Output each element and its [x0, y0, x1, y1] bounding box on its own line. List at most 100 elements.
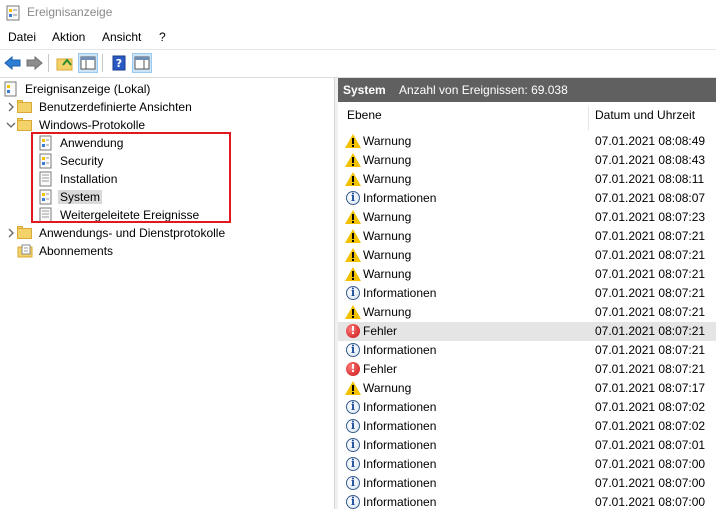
table-row[interactable]: Warnung 07.01.2021 08:07:21 — [338, 227, 716, 246]
warning-icon — [345, 152, 361, 168]
toolbar: ? — [0, 49, 716, 78]
warning-icon — [345, 209, 361, 225]
table-row[interactable]: Informationen 07.01.2021 08:08:07 — [338, 189, 716, 208]
event-level: Informationen — [363, 457, 437, 471]
chevron-right-icon[interactable] — [5, 101, 17, 113]
forward-arrow-icon[interactable] — [24, 53, 44, 73]
event-datetime: 07.01.2021 08:07:23 — [595, 210, 706, 224]
event-datetime: 07.01.2021 08:07:21 — [595, 248, 706, 262]
table-row[interactable]: Warnung 07.01.2021 08:07:17 — [338, 379, 716, 398]
event-level: Informationen — [363, 191, 437, 205]
table-row[interactable]: Informationen 07.01.2021 08:07:21 — [338, 341, 716, 360]
event-datetime: 07.01.2021 08:08:07 — [595, 191, 706, 205]
event-level: Warnung — [363, 381, 412, 395]
table-row[interactable]: Informationen 07.01.2021 08:07:00 — [338, 474, 716, 493]
table-row[interactable]: Fehler 07.01.2021 08:07:21 — [338, 322, 716, 341]
highlight-annotation-box — [31, 132, 231, 223]
event-level: Informationen — [363, 400, 437, 414]
event-datetime: 07.01.2021 08:07:17 — [595, 381, 706, 395]
event-level: Warnung — [363, 153, 412, 167]
table-row[interactable]: Warnung 07.01.2021 08:07:23 — [338, 208, 716, 227]
table-row[interactable]: Informationen 07.01.2021 08:07:01 — [338, 436, 716, 455]
menu-ansicht[interactable]: Ansicht — [102, 30, 141, 44]
svg-text:?: ? — [116, 57, 122, 70]
help-icon[interactable]: ? — [109, 53, 129, 73]
event-datetime: 07.01.2021 08:08:43 — [595, 153, 706, 167]
table-row[interactable]: Warnung 07.01.2021 08:07:21 — [338, 265, 716, 284]
event-datetime: 07.01.2021 08:07:00 — [595, 495, 706, 509]
event-datetime: 07.01.2021 08:07:21 — [595, 324, 706, 338]
event-level: Warnung — [363, 305, 412, 319]
table-row[interactable]: Informationen 07.01.2021 08:07:21 — [338, 284, 716, 303]
warning-icon — [345, 133, 361, 149]
event-datetime: 07.01.2021 08:08:49 — [595, 134, 706, 148]
event-datetime: 07.01.2021 08:07:21 — [595, 362, 706, 376]
event-level: Warnung — [363, 134, 412, 148]
tree-label-app-service-logs: Anwendungs- und Dienstprotokolle — [39, 226, 226, 240]
event-level: Informationen — [363, 495, 437, 509]
chevron-right-icon[interactable] — [5, 227, 17, 239]
toolbar-separator — [102, 54, 103, 72]
event-level: Warnung — [363, 248, 412, 262]
event-viewer-icon — [3, 81, 19, 97]
table-row[interactable]: Informationen 07.01.2021 08:07:02 — [338, 398, 716, 417]
panel-header: System Anzahl von Ereignissen: 69.038 — [338, 78, 716, 102]
table-row[interactable]: Warnung 07.01.2021 08:07:21 — [338, 303, 716, 322]
table-row[interactable]: Informationen 07.01.2021 08:07:00 — [338, 455, 716, 474]
event-level: Warnung — [363, 267, 412, 281]
tree-item-custom-views[interactable]: Benutzerdefinierte Ansichten — [5, 98, 194, 116]
menu-aktion[interactable]: Aktion — [52, 30, 85, 44]
tree-label-custom-views: Benutzerdefinierte Ansichten — [39, 100, 192, 114]
subscriptions-icon — [17, 243, 33, 259]
chevron-down-icon[interactable] — [5, 119, 17, 131]
tree-label-windows-logs: Windows-Protokolle — [39, 118, 146, 132]
event-level: Informationen — [363, 419, 437, 433]
event-level: Informationen — [363, 343, 437, 357]
event-level: Informationen — [363, 438, 437, 452]
warning-icon — [345, 304, 361, 320]
event-level: Warnung — [363, 229, 412, 243]
warning-icon — [345, 380, 361, 396]
table-row[interactable]: Warnung 07.01.2021 08:07:21 — [338, 246, 716, 265]
tree-item-app-service-logs[interactable]: Anwendungs- und Dienstprotokolle — [5, 224, 227, 242]
table-row[interactable]: Informationen 07.01.2021 08:07:00 — [338, 493, 716, 509]
info-icon — [345, 437, 361, 453]
table-row[interactable]: Warnung 07.01.2021 08:08:43 — [338, 151, 716, 170]
event-level: Informationen — [363, 476, 437, 490]
menu-bar: Datei Aktion Ansicht ? — [0, 28, 716, 48]
panel-event-count: Anzahl von Ereignissen: 69.038 — [399, 83, 568, 97]
event-datetime: 07.01.2021 08:07:21 — [595, 305, 706, 319]
event-viewer-app-icon — [6, 5, 21, 21]
event-datetime: 07.01.2021 08:07:21 — [595, 229, 706, 243]
menu-datei[interactable]: Datei — [8, 30, 36, 44]
event-datetime: 07.01.2021 08:07:21 — [595, 343, 706, 357]
warning-icon — [345, 228, 361, 244]
show-hide-action-pane-icon[interactable] — [132, 53, 152, 73]
table-row[interactable]: Warnung 07.01.2021 08:08:49 — [338, 132, 716, 151]
folder-up-icon[interactable] — [55, 53, 75, 73]
tree-item-subscriptions[interactable]: Abonnements — [17, 242, 115, 260]
event-list-pane: System Anzahl von Ereignissen: 69.038 Eb… — [338, 78, 716, 509]
info-icon — [345, 475, 361, 491]
folder-icon — [17, 99, 33, 115]
event-datetime: 07.01.2021 08:07:01 — [595, 438, 706, 452]
column-header-datetime[interactable]: Datum und Uhrzeit — [595, 108, 695, 130]
table-row[interactable]: Warnung 07.01.2021 08:08:11 — [338, 170, 716, 189]
event-datetime: 07.01.2021 08:07:02 — [595, 419, 706, 433]
table-row[interactable]: Informationen 07.01.2021 08:07:02 — [338, 417, 716, 436]
column-separator[interactable] — [588, 106, 589, 130]
show-hide-console-tree-icon[interactable] — [78, 53, 98, 73]
event-datetime: 07.01.2021 08:07:21 — [595, 286, 706, 300]
back-arrow-icon[interactable] — [3, 53, 23, 73]
menu-help[interactable]: ? — [159, 30, 166, 44]
warning-icon — [345, 171, 361, 187]
table-row[interactable]: Fehler 07.01.2021 08:07:21 — [338, 360, 716, 379]
tree-item-root[interactable]: Ereignisanzeige (Lokal) — [3, 80, 152, 98]
info-icon — [345, 418, 361, 434]
window-title: Ereignisanzeige — [27, 5, 113, 19]
info-icon — [345, 494, 361, 509]
column-header-level[interactable]: Ebene — [347, 108, 382, 130]
title-bar: Ereignisanzeige — [0, 0, 716, 26]
event-datetime: 07.01.2021 08:07:00 — [595, 476, 706, 490]
warning-icon — [345, 266, 361, 282]
